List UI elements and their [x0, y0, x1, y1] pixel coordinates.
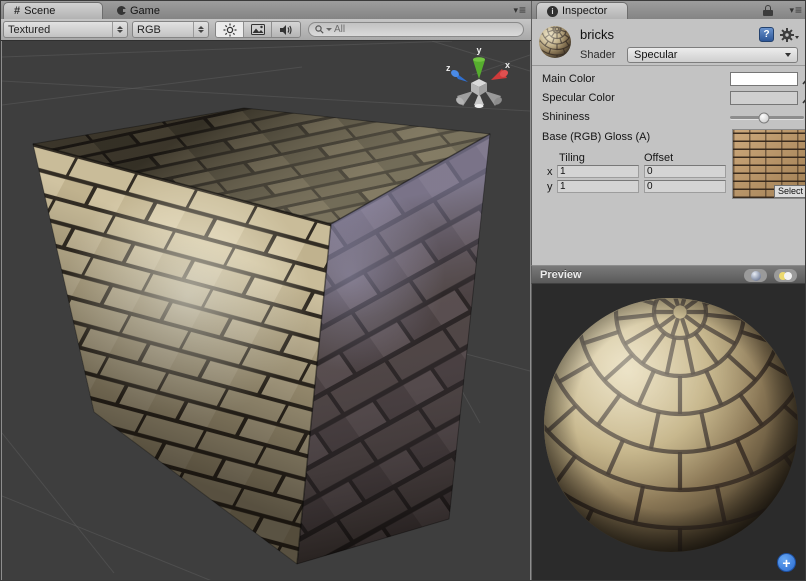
eyedropper-icon[interactable] — [801, 91, 806, 105]
sphere-icon — [751, 271, 761, 281]
gear-icon — [780, 28, 794, 42]
light-white-icon — [784, 272, 792, 280]
x-row-label: x — [547, 166, 553, 178]
scene-panel-menu[interactable]: ▾ ≡ — [513, 4, 525, 16]
gear-button[interactable] — [780, 27, 800, 42]
menu-caret-icon: ▾ — [513, 6, 518, 15]
scene-canvas[interactable]: y z x — [2, 41, 530, 581]
gear-caret-icon — [795, 36, 799, 39]
inspector-panel-menu[interactable]: ▾ ≡ — [789, 4, 801, 16]
material-sphere-thumbnail — [538, 25, 572, 59]
preview-sphere — [532, 284, 806, 581]
scene-tabstrip: # Scene Game ▾ ≡ — [1, 1, 531, 19]
sun-icon — [223, 23, 237, 37]
offset-label: Offset — [644, 152, 673, 164]
brick-cube — [33, 108, 490, 564]
gizmo-x-label: x — [505, 60, 510, 70]
specular-color-label: Specular Color — [542, 92, 615, 104]
audio-toggle-button[interactable] — [272, 22, 300, 37]
preview-title: Preview — [540, 269, 582, 281]
material-name: bricks — [580, 27, 614, 42]
preview-lighting-button[interactable] — [774, 269, 797, 282]
scene-toolbar: Textured RGB — [1, 19, 531, 41]
material-header: bricks Shader Specular ? — [532, 19, 806, 66]
menu-lines-icon: ≡ — [795, 4, 801, 16]
unity-editor-window: # Scene Game ▾ ≡ Textured RGB — [0, 0, 806, 581]
tab-scene-label: Scene — [24, 5, 55, 17]
tab-scene[interactable]: # Scene — [3, 2, 103, 19]
search-filter-caret-icon[interactable] — [326, 28, 332, 31]
tiling-label: Tiling — [559, 152, 585, 164]
speaker-icon — [279, 24, 293, 36]
shader-value: Specular — [634, 49, 677, 61]
scene-grid-icon: # — [14, 5, 20, 17]
image-icon — [251, 24, 265, 35]
search-icon — [315, 25, 324, 34]
shader-dropdown[interactable]: Specular — [627, 47, 798, 63]
menu-lines-icon: ≡ — [519, 4, 525, 16]
tab-inspector[interactable]: i Inspector — [536, 2, 628, 19]
shininess-slider[interactable] — [730, 116, 804, 119]
gizmo-z-axis[interactable]: z — [446, 63, 468, 82]
tab-game-label: Game — [130, 5, 160, 17]
game-icon — [117, 6, 126, 15]
y-row-label: y — [547, 181, 553, 193]
orientation-gizmo[interactable]: y z x — [446, 45, 510, 108]
shader-label: Shader — [580, 49, 615, 61]
specular-color-swatch[interactable] — [730, 91, 798, 105]
gizmo-y-label: y — [477, 45, 482, 55]
lock-icon[interactable] — [763, 5, 773, 16]
menu-caret-icon: ▾ — [789, 6, 794, 15]
preview-header: Preview — [531, 265, 806, 284]
add-button[interactable]: + — [777, 553, 796, 572]
inspector-panel: bricks Shader Specular ? — [531, 19, 806, 265]
preview-mesh-button[interactable] — [744, 269, 767, 282]
shininess-thumb[interactable] — [759, 112, 770, 123]
gizmo-x-axis[interactable]: x — [491, 60, 510, 80]
render-paths-button[interactable] — [244, 22, 272, 37]
info-icon: i — [547, 6, 558, 17]
dropdown-arrows-icon — [193, 22, 204, 37]
offset-x-field[interactable] — [644, 165, 726, 178]
lighting-toggle-button[interactable] — [216, 22, 244, 37]
main-color-label: Main Color — [542, 73, 595, 85]
help-button[interactable]: ? — [759, 27, 774, 42]
main-color-swatch[interactable] — [730, 72, 798, 86]
offset-y-field[interactable] — [644, 180, 726, 193]
tab-inspector-label: Inspector — [562, 5, 607, 17]
channel-value: RGB — [137, 24, 189, 36]
select-texture-button[interactable]: Select — [774, 185, 806, 198]
search-input[interactable] — [334, 24, 517, 35]
base-texture-label: Base (RGB) Gloss (A) — [542, 131, 650, 143]
gizmo-z-label: z — [446, 63, 451, 73]
tiling-x-field[interactable] — [557, 165, 639, 178]
tab-game[interactable]: Game — [107, 2, 170, 19]
channel-dropdown[interactable]: RGB — [132, 21, 209, 38]
preview-canvas[interactable]: + — [531, 284, 806, 581]
tiling-y-field[interactable] — [557, 180, 639, 193]
eyedropper-icon[interactable] — [801, 72, 806, 86]
render-mode-value: Textured — [8, 24, 108, 36]
chevron-down-icon — [785, 53, 791, 57]
render-mode-dropdown[interactable]: Textured — [3, 21, 128, 38]
dropdown-arrows-icon — [112, 22, 123, 37]
inspector-tabstrip: i Inspector ▾ ≡ — [531, 1, 806, 19]
base-texture-thumbnail[interactable]: Select — [732, 129, 806, 199]
shininess-label: Shininess — [542, 111, 590, 123]
scene-search-field[interactable] — [308, 22, 524, 37]
scene-toggle-group — [215, 21, 301, 38]
